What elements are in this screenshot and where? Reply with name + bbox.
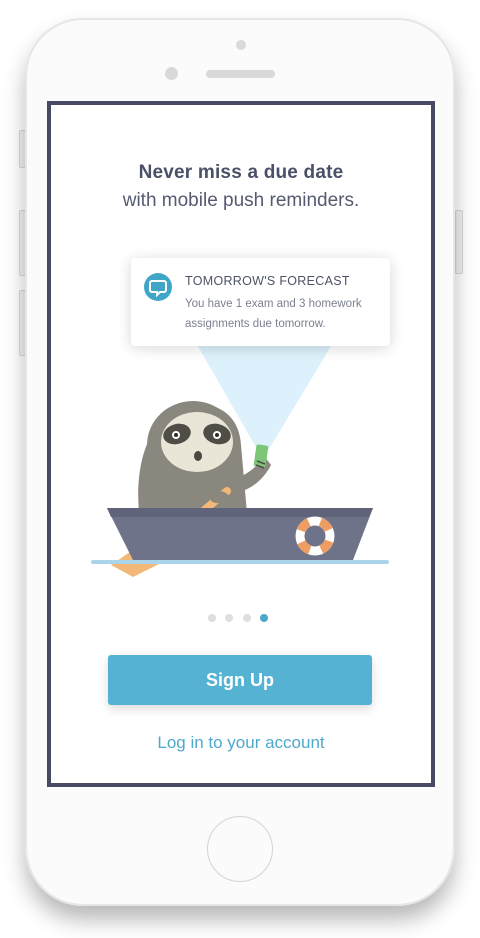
page-dot-3[interactable] <box>242 614 251 622</box>
power-button <box>455 210 463 274</box>
home-button[interactable] <box>207 816 273 882</box>
notification-body: You have 1 exam and 3 homework assignmen… <box>185 298 362 330</box>
page-indicator <box>208 609 273 627</box>
notification-card: TOMORROW'S FORECAST You have 1 exam and … <box>131 258 390 346</box>
sign-up-button[interactable]: Sign Up <box>108 655 372 705</box>
notification-title: TOMORROW'S FORECAST <box>185 274 350 288</box>
page-dot-2[interactable] <box>225 614 234 622</box>
login-link[interactable]: Log in to your account <box>51 733 431 753</box>
page-dot-1[interactable] <box>208 614 216 622</box>
page-dot-4[interactable] <box>260 614 269 622</box>
front-camera <box>165 67 178 80</box>
earpiece-speaker <box>206 70 275 78</box>
proximity-sensor <box>236 40 246 50</box>
chat-bubble-icon <box>144 273 172 301</box>
water-line <box>91 560 389 564</box>
app-screen: Never miss a due date with mobile push r… <box>47 101 435 787</box>
